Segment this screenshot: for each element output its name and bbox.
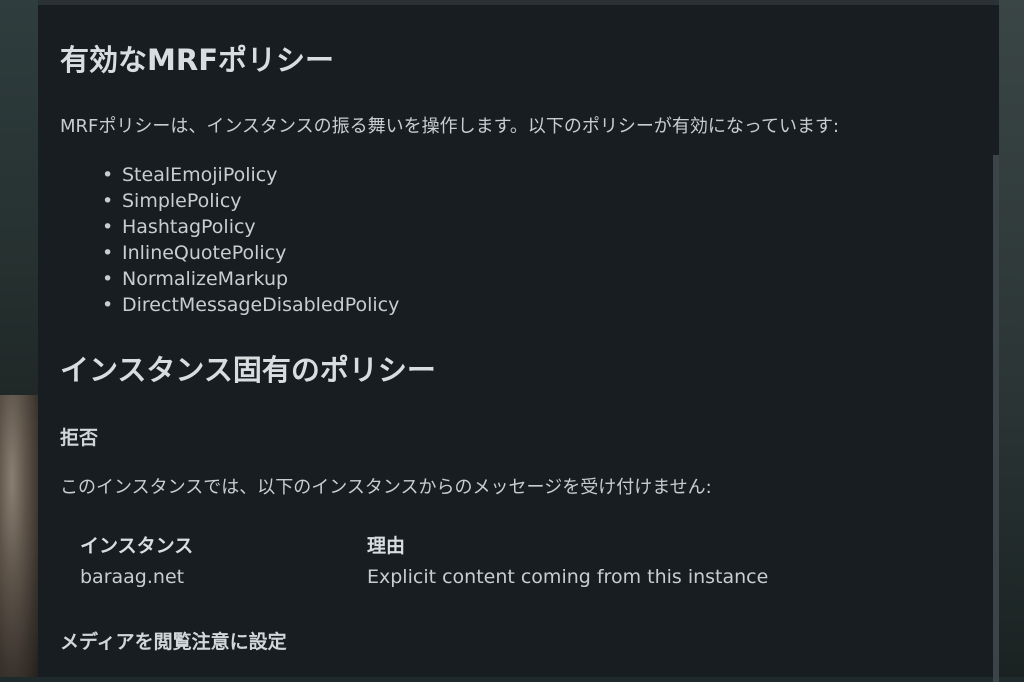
background-image	[0, 395, 40, 677]
policy-item: InlineQuotePolicy	[102, 240, 399, 266]
policy-item: StealEmojiPolicy	[102, 162, 399, 188]
mrf-heading: 有効なMRFポリシー	[60, 43, 334, 77]
instance-heading: インスタンス固有のポリシー	[60, 353, 436, 387]
table-cell-reason: Explicit content coming from this instan…	[367, 566, 769, 588]
policy-item: HashtagPolicy	[102, 214, 399, 240]
policy-item: DirectMessageDisabledPolicy	[102, 292, 399, 318]
table-header-instance: インスタンス	[80, 535, 194, 557]
policy-item: SimplePolicy	[102, 188, 399, 214]
reject-description: このインスタンスでは、以下のインスタンスからのメッセージを受け付けません:	[60, 477, 712, 498]
mrf-intro: MRFポリシーは、インスタンスの振る舞いを操作します。以下のポリシーが有効になっ…	[60, 116, 840, 137]
media-nsfw-heading: メディアを閲覧注意に設定	[60, 631, 287, 653]
scrollbar[interactable]	[993, 155, 999, 682]
table-header-reason: 理由	[367, 535, 406, 557]
table-cell-instance: baraag.net	[80, 566, 185, 588]
background-right	[998, 0, 1024, 677]
policy-panel: 有効なMRFポリシー MRFポリシーは、インスタンスの振る舞いを操作します。以下…	[38, 0, 999, 682]
policy-list: StealEmojiPolicy SimplePolicy HashtagPol…	[102, 162, 399, 318]
reject-heading: 拒否	[60, 427, 99, 449]
policy-item: NormalizeMarkup	[102, 266, 399, 292]
